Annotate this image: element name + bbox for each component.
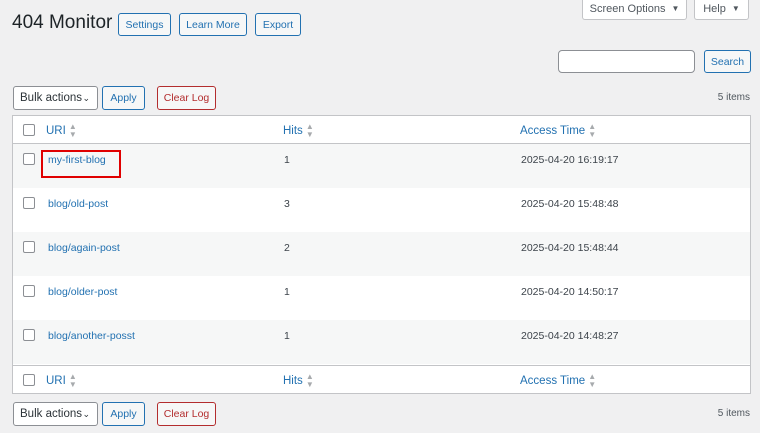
hits-value: 3 bbox=[284, 198, 290, 210]
help-button[interactable]: Help ▼ bbox=[694, 0, 749, 20]
column-hits[interactable]: Hits ▲ ▼ bbox=[283, 123, 314, 139]
column-access-time[interactable]: Access Time ▲ ▼ bbox=[520, 373, 596, 389]
items-count: 5 items bbox=[717, 408, 750, 419]
column-uri[interactable]: URI ▲ ▼ bbox=[46, 373, 77, 389]
apply-button[interactable]: Apply bbox=[102, 86, 145, 110]
table-footer: URI ▲ ▼ Hits ▲ ▼ Access Time ▲ ▼ bbox=[13, 365, 750, 393]
uri-link[interactable]: blog/older-post bbox=[48, 286, 117, 298]
column-uri-label: URI bbox=[46, 375, 66, 387]
apply-button[interactable]: Apply bbox=[102, 402, 145, 426]
screen-options-button[interactable]: Screen Options ▼ bbox=[582, 0, 687, 20]
sort-icon: ▲ ▼ bbox=[68, 122, 77, 139]
sort-icon: ▲ ▼ bbox=[305, 372, 314, 389]
chevron-down-icon: ⌄ bbox=[82, 408, 90, 419]
hits-value: 2 bbox=[284, 242, 290, 254]
column-hits-label: Hits bbox=[283, 125, 303, 137]
chevron-down-icon: ⌄ bbox=[82, 92, 90, 103]
row-checkbox[interactable] bbox=[23, 153, 35, 165]
bulk-actions-label: Bulk actions bbox=[20, 92, 83, 104]
column-hits[interactable]: Hits ▲ ▼ bbox=[283, 373, 314, 389]
access-time-value: 2025-04-20 15:48:44 bbox=[521, 242, 619, 254]
sort-icon: ▲ ▼ bbox=[305, 122, 314, 139]
settings-button[interactable]: Settings bbox=[118, 13, 171, 36]
column-access-time-label: Access Time bbox=[520, 125, 586, 137]
hits-value: 1 bbox=[284, 330, 290, 342]
caret-down-icon: ▼ bbox=[731, 4, 740, 13]
learn-more-button[interactable]: Learn More bbox=[179, 13, 247, 36]
row-checkbox[interactable] bbox=[23, 241, 35, 253]
column-access-time[interactable]: Access Time ▲ ▼ bbox=[520, 123, 596, 139]
table-row: blog/another-posst 1 2025-04-20 14:48:27 bbox=[13, 320, 750, 364]
uri-link[interactable]: blog/again-post bbox=[48, 242, 120, 254]
row-checkbox[interactable] bbox=[23, 285, 35, 297]
table-row: blog/old-post 3 2025-04-20 15:48:48 bbox=[13, 188, 750, 232]
row-checkbox[interactable] bbox=[23, 197, 35, 209]
column-hits-label: Hits bbox=[283, 375, 303, 387]
select-all-checkbox[interactable] bbox=[23, 374, 35, 386]
access-time-value: 2025-04-20 14:50:17 bbox=[521, 286, 619, 298]
row-checkbox[interactable] bbox=[23, 329, 35, 341]
clear-log-button[interactable]: Clear Log bbox=[157, 402, 216, 426]
sort-icon: ▲ ▼ bbox=[588, 372, 597, 389]
log-table: URI ▲ ▼ Hits ▲ ▼ Access Time ▲ ▼ my-first-b… bbox=[12, 115, 751, 394]
sort-icon: ▲ ▼ bbox=[588, 122, 597, 139]
bulk-actions-select[interactable]: Bulk actions ⌄ bbox=[13, 402, 98, 426]
screen-options-label: Screen Options bbox=[589, 2, 666, 15]
uri-link[interactable]: blog/another-posst bbox=[48, 330, 135, 342]
bulk-actions-select[interactable]: Bulk actions ⌄ bbox=[13, 86, 98, 110]
export-button[interactable]: Export bbox=[255, 13, 301, 36]
hits-value: 1 bbox=[284, 154, 290, 166]
items-count: 5 items bbox=[717, 92, 750, 103]
table-row: blog/older-post 1 2025-04-20 14:50:17 bbox=[13, 276, 750, 320]
access-time-value: 2025-04-20 15:48:48 bbox=[521, 198, 619, 210]
help-label: Help bbox=[703, 2, 726, 15]
column-uri-label: URI bbox=[46, 125, 66, 137]
caret-down-icon: ▼ bbox=[671, 4, 680, 13]
sort-icon: ▲ ▼ bbox=[68, 372, 77, 389]
search-button[interactable]: Search bbox=[704, 50, 751, 73]
table-row: my-first-blog 1 2025-04-20 16:19:17 bbox=[13, 144, 750, 188]
access-time-value: 2025-04-20 14:48:27 bbox=[521, 330, 619, 342]
hits-value: 1 bbox=[284, 286, 290, 298]
highlight-box bbox=[41, 150, 121, 178]
page-title: 404 Monitor bbox=[12, 12, 113, 33]
uri-link[interactable]: blog/old-post bbox=[48, 198, 108, 210]
access-time-value: 2025-04-20 16:19:17 bbox=[521, 154, 619, 166]
table-row: blog/again-post 2 2025-04-20 15:48:44 bbox=[13, 232, 750, 276]
column-access-time-label: Access Time bbox=[520, 375, 586, 387]
column-uri[interactable]: URI ▲ ▼ bbox=[46, 123, 77, 139]
select-all-checkbox[interactable] bbox=[23, 124, 35, 136]
clear-log-button[interactable]: Clear Log bbox=[157, 86, 216, 110]
bulk-actions-label: Bulk actions bbox=[20, 408, 83, 420]
table-header: URI ▲ ▼ Hits ▲ ▼ Access Time ▲ ▼ bbox=[13, 116, 750, 144]
search-input[interactable] bbox=[558, 50, 695, 73]
